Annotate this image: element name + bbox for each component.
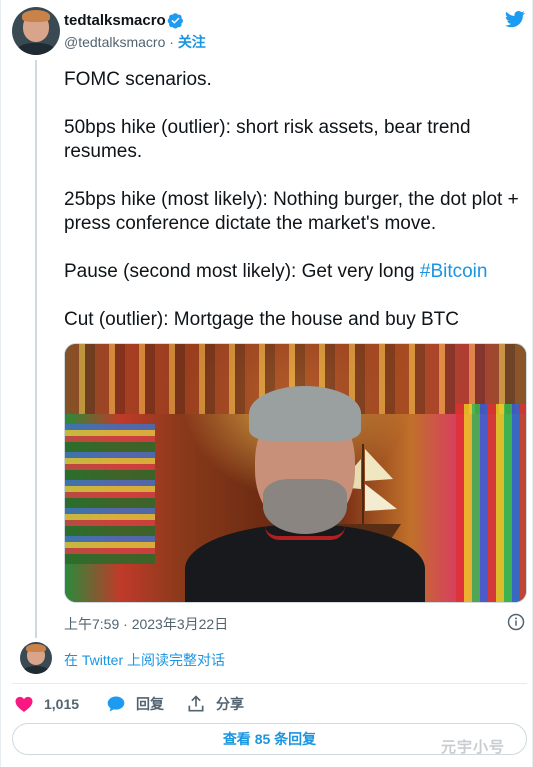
share-button[interactable]: 分享 [186, 694, 244, 714]
pause-text: Pause (second most likely): Get very lon… [64, 261, 420, 282]
tweet-paragraph: Cut (outlier): Mortgage the house and bu… [64, 309, 459, 330]
like-button[interactable]: 1,015 [14, 694, 79, 714]
separator: · [169, 34, 174, 50]
heart-icon [15, 696, 33, 712]
author-avatar-small[interactable] [20, 642, 52, 674]
author-name[interactable]: tedtalksmacro [64, 12, 166, 29]
read-conversation-link[interactable]: 在 Twitter 上阅读完整对话 [64, 650, 225, 670]
bitcoin-hashtag-link[interactable]: #Bitcoin [420, 261, 488, 282]
divider [12, 683, 527, 684]
reply-label: 回复 [136, 696, 164, 712]
info-icon[interactable] [507, 613, 525, 631]
twitter-bird-icon[interactable] [504, 9, 526, 29]
tweet-paragraph: 50bps hike (outlier): short risk assets,… [64, 117, 471, 162]
tweet-paragraph: 25bps hike (most likely): Nothing burger… [64, 189, 519, 234]
share-icon [188, 695, 204, 712]
author-avatar[interactable] [12, 7, 60, 55]
tweet-text: FOMC scenarios. 50bps hike (outlier): sh… [64, 68, 524, 356]
author-handle-row: @tedtalksmacro · 关注 [64, 32, 206, 52]
follow-button[interactable]: 关注 [178, 34, 206, 50]
author-handle[interactable]: @tedtalksmacro [64, 34, 165, 50]
tweet-paragraph: FOMC scenarios. [64, 69, 212, 90]
verified-badge-icon [167, 13, 183, 29]
thread-line [35, 60, 37, 638]
share-label: 分享 [216, 696, 244, 712]
tweet-card: tedtalksmacro @tedtalksmacro · 关注 FOMC s… [0, 0, 533, 767]
reply-bubble-icon [107, 696, 125, 712]
tweet-paragraph: Pause (second most likely): Get very lon… [64, 260, 524, 284]
watermark: 元宇小号 [441, 739, 506, 756]
tweet-timestamp[interactable]: 上午7:59 · 2023年3月22日 [64, 614, 228, 634]
tweet-video-media[interactable] [64, 343, 527, 603]
reply-button[interactable]: 回复 [106, 694, 164, 714]
like-count: 1,015 [44, 696, 80, 712]
